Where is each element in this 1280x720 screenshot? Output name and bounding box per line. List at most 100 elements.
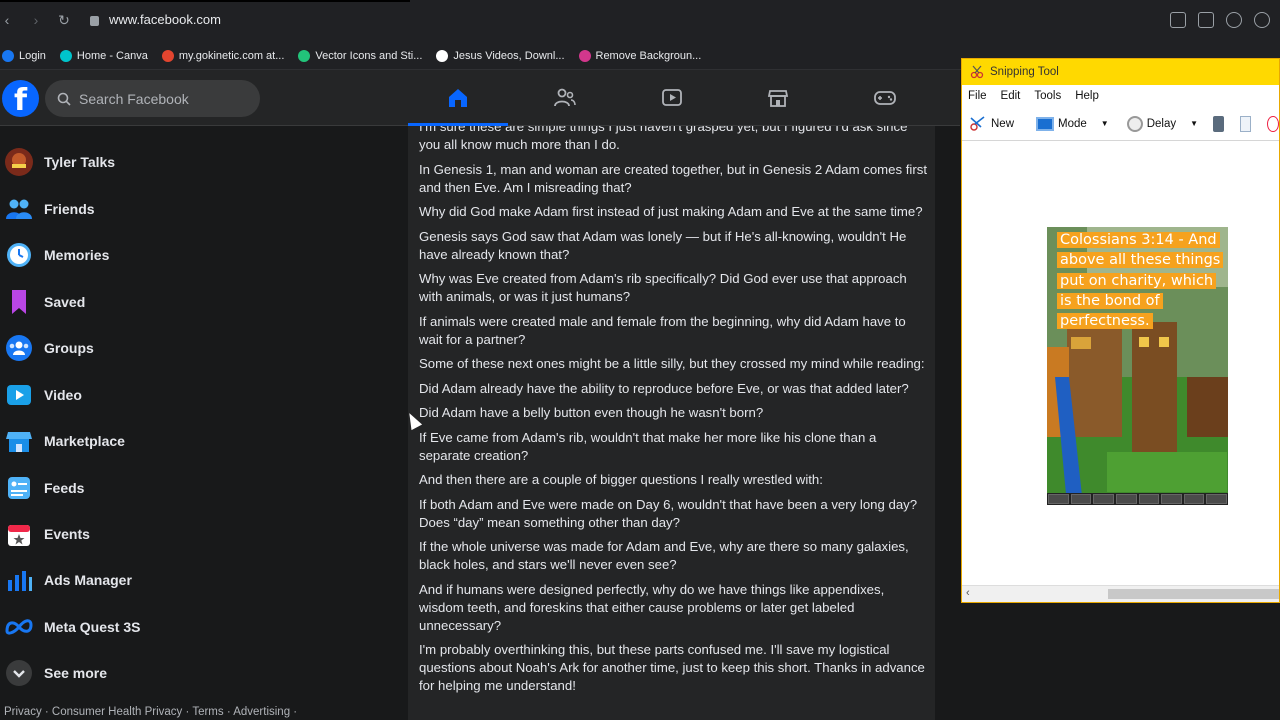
bookmark-icon: [4, 287, 34, 317]
menu-help[interactable]: Help: [1075, 90, 1099, 102]
mode-button[interactable]: Mode ▼: [1033, 116, 1112, 131]
delay-button[interactable]: Delay ▼: [1124, 115, 1201, 132]
tab-home[interactable]: [408, 70, 508, 126]
address-bar[interactable]: www.facebook.com: [90, 12, 221, 27]
sidebar-item-label: Feeds: [44, 480, 85, 496]
bookmark-item[interactable]: my.gokinetic.com at...: [161, 49, 284, 62]
menu-tools[interactable]: Tools: [1034, 90, 1061, 102]
bookmark-label: Home - Canva: [76, 49, 148, 62]
snip-titlebar[interactable]: Snipping Tool: [962, 59, 1279, 85]
post-paragraph: And if humans were designed perfectly, w…: [419, 581, 885, 633]
tab-gaming[interactable]: [855, 70, 915, 126]
post-paragraph: Genesis says God saw that Adam was lonel…: [419, 228, 907, 262]
bookmark-label: Remove Backgroun...: [595, 49, 702, 62]
sidebar-item-label: Video: [44, 387, 82, 403]
post-paragraph: If Eve came from Adam's rib, wouldn't th…: [419, 429, 877, 463]
sidebar-item-groups[interactable]: Groups: [0, 326, 380, 370]
forward-icon[interactable]: ›: [21, 12, 51, 28]
events-icon: [4, 519, 34, 549]
sidebar-item-label: Ads Manager: [44, 572, 132, 588]
marketplace-icon: [767, 90, 789, 107]
snipping-tool-window: Snipping Tool File Edit Tools Help New Mode…: [961, 58, 1280, 603]
left-sidebar: Tyler Talks Friends Memories Saved Groups Vid…: [0, 126, 405, 720]
bookmark-item[interactable]: Home - Canva: [59, 49, 148, 62]
save-icon[interactable]: [1213, 115, 1224, 132]
video-icon: [662, 89, 682, 106]
search-icon: [57, 92, 71, 106]
sidebar-item-label: Marketplace: [44, 433, 125, 449]
search-input[interactable]: [79, 90, 239, 107]
groups-icon: [4, 333, 34, 363]
footer-links[interactable]: Privacy · Consumer Health Privacy · Term…: [4, 706, 297, 718]
bookmark-favicon-icon: [2, 49, 14, 62]
sidebar-item-video[interactable]: Video: [0, 373, 380, 417]
scissors-icon: [970, 65, 984, 79]
sidebar-item-label: Tyler Talks: [44, 154, 116, 170]
horizontal-scrollbar[interactable]: ‹: [962, 585, 1279, 602]
sidebar-item-marketplace[interactable]: Marketplace: [0, 419, 380, 463]
post-paragraph: If animals were created male and female …: [419, 313, 906, 347]
user-icon[interactable]: [1254, 12, 1270, 28]
sidebar-item-label: Groups: [44, 340, 94, 356]
reload-icon[interactable]: ↻: [49, 12, 79, 29]
sidebar-item-label: Events: [44, 526, 90, 542]
post-paragraph: Why did God make Adam first instead of j…: [419, 204, 923, 219]
lock-icon: [90, 15, 99, 26]
bookmark-label: Vector Icons and Sti...: [315, 49, 423, 62]
bookmark-item[interactable]: Remove Backgroun...: [578, 49, 702, 62]
new-button[interactable]: New: [966, 115, 1017, 132]
tab-friends[interactable]: [535, 70, 595, 126]
sidebar-item-label: Saved: [44, 294, 86, 310]
sidebar-item-tyler-talks[interactable]: Tyler Talks: [0, 140, 380, 184]
bookmark-item[interactable]: Vector Icons and Sti...: [298, 49, 423, 62]
highlighter-icon[interactable]: [1267, 115, 1279, 132]
post-paragraph: Did Adam already have the ability to rep…: [419, 380, 909, 396]
scrollbar-thumb[interactable]: [1108, 589, 1279, 599]
bookmark-item[interactable]: Jesus Videos, Downl...: [436, 49, 565, 62]
game-hotbar: [1047, 493, 1228, 505]
bookmark-favicon-icon: [59, 49, 72, 62]
marketplace-icon: [4, 426, 34, 456]
facebook-header: f: [0, 70, 960, 126]
scroll-left-icon[interactable]: ‹: [966, 587, 970, 599]
heart-icon[interactable]: [1226, 12, 1242, 28]
back-icon[interactable]: ‹: [0, 12, 22, 28]
sidebar-item-ads-manager[interactable]: Ads Manager: [0, 558, 380, 602]
capture-verse-text: Colossians 3:14 - And above all these th…: [1057, 230, 1224, 331]
sidebar-item-friends[interactable]: Friends: [0, 187, 380, 231]
friends-icon: [4, 194, 34, 224]
post-paragraph: If the whole universe was made for Adam …: [419, 539, 909, 572]
sidebar-item-feeds[interactable]: Feeds: [0, 466, 380, 510]
tab-video[interactable]: [642, 70, 702, 126]
bookmark-label: Login: [19, 49, 46, 62]
chevron-down-icon: [4, 658, 34, 688]
bookmark-favicon-icon: [436, 49, 449, 62]
captured-image: Colossians 3:14 - And above all these th…: [1047, 227, 1228, 505]
camera-icon[interactable]: [1198, 12, 1214, 28]
menu-edit[interactable]: Edit: [1001, 90, 1021, 102]
copy-icon[interactable]: [1239, 115, 1252, 132]
snip-menubar: File Edit Tools Help: [962, 85, 1279, 107]
snip-title: Snipping Tool: [990, 66, 1059, 78]
sidebar-item-label: Meta Quest 3S: [44, 619, 141, 635]
bookmark-label: Jesus Videos, Downl...: [453, 49, 565, 62]
facebook-logo-icon[interactable]: f: [2, 80, 39, 118]
tab-marketplace[interactable]: [748, 70, 808, 126]
menu-file[interactable]: File: [968, 90, 987, 102]
sidebar-item-events[interactable]: Events: [0, 512, 380, 556]
sidebar-item-meta-quest-3s[interactable]: Meta Quest 3S: [0, 605, 380, 649]
search-box[interactable]: [45, 80, 260, 117]
post-paragraph: Why was Eve created from Adam's rib spec…: [419, 271, 907, 304]
post-paragraph: If both Adam and Eve were made on Day 6,…: [419, 496, 918, 530]
sidebar-item-label: Friends: [44, 201, 95, 217]
gaming-icon: [874, 91, 896, 105]
bookmark-item[interactable]: Login: [2, 49, 46, 62]
clock-icon: [1126, 115, 1143, 132]
share-icon[interactable]: [1170, 12, 1186, 28]
bookmark-favicon-icon: [578, 49, 591, 62]
home-icon: [449, 89, 467, 107]
sidebar-item-see-more[interactable]: See more: [0, 651, 380, 695]
post-paragraph: Did Adam have a belly button even though…: [419, 405, 764, 420]
sidebar-item-saved[interactable]: Saved: [0, 280, 380, 324]
sidebar-item-memories[interactable]: Memories: [0, 233, 380, 277]
